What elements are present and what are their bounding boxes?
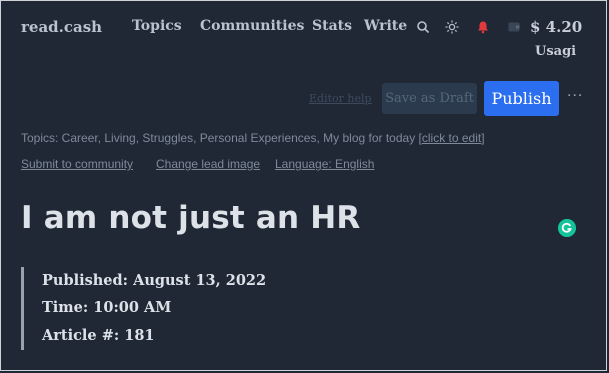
nav-communities[interactable]: Communities <box>200 18 304 34</box>
topics-list: Topics: Career, Living, Struggles, Perso… <box>21 131 422 145</box>
topics-edit-link[interactable]: click to edit <box>422 131 481 145</box>
username[interactable]: Usagi <box>535 44 576 59</box>
article-info-blockquote[interactable]: Published: August 13, 2022 Time: 10:00 A… <box>21 267 324 350</box>
submit-to-community-link[interactable]: Submit to community <box>21 157 133 171</box>
more-options-icon[interactable]: ··· <box>567 88 583 104</box>
nav-topics[interactable]: Topics <box>132 18 182 34</box>
publish-time: Time: 10:00 AM <box>42 299 172 316</box>
search-icon[interactable] <box>416 20 430 34</box>
published-date: Published: August 13, 2022 <box>42 272 267 289</box>
article-number: Article #: 181 <box>42 327 155 344</box>
grammarly-icon[interactable] <box>558 219 576 237</box>
top-navbar: read.cash Topics Communities Stats Write… <box>0 0 609 70</box>
wallet-balance[interactable]: $ 4.20 <box>530 18 582 36</box>
sun-icon[interactable] <box>445 20 459 34</box>
change-lead-image-link[interactable]: Change lead image <box>156 157 260 171</box>
language-link[interactable]: Language: English <box>275 157 374 171</box>
nav-write[interactable]: Write <box>364 18 407 34</box>
wallet-icon[interactable] <box>508 22 520 32</box>
publish-button[interactable]: Publish <box>484 81 559 116</box>
site-logo-link[interactable]: read.cash <box>21 18 102 36</box>
editor-help-link[interactable]: Editor help <box>309 92 372 105</box>
topics-bracket-close: ] <box>481 131 485 145</box>
article-title[interactable]: I am not just an HR <box>21 200 360 236</box>
nav-stats[interactable]: Stats <box>312 18 352 34</box>
save-as-draft-button[interactable]: Save as Draft <box>382 83 477 114</box>
bell-icon[interactable] <box>476 20 490 34</box>
topics-line: Topics: Career, Living, Struggles, Perso… <box>21 131 485 145</box>
